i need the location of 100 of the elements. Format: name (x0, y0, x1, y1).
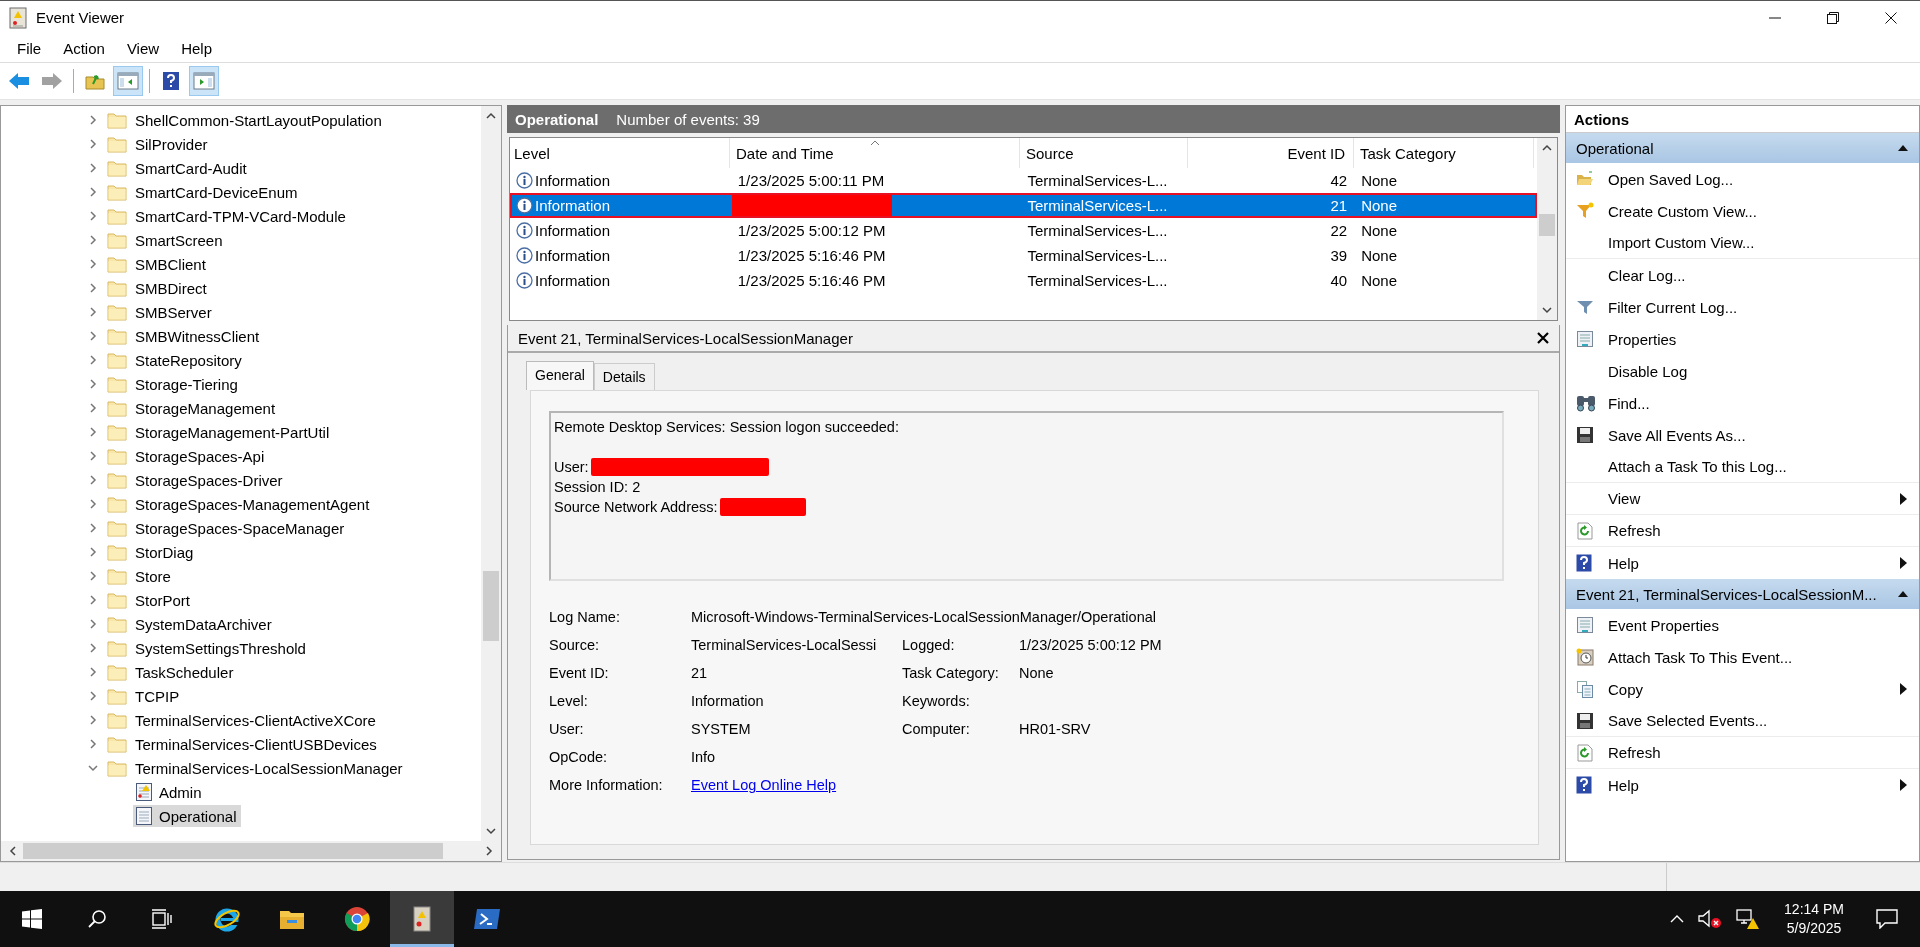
chevron-right-icon[interactable] (87, 402, 99, 414)
tree-item-label[interactable]: SMBServer (135, 303, 212, 321)
clock[interactable]: 12:14 PM 5/9/2025 (1784, 900, 1844, 938)
command-link[interactable]: Clear Log... (1608, 266, 1686, 284)
chevron-right-icon[interactable] (87, 114, 99, 126)
tree-item[interactable]: Operational (133, 805, 241, 827)
column-header[interactable]: Task Category (1360, 144, 1456, 162)
speaker-muted-icon[interactable] (1698, 909, 1723, 929)
menu-item[interactable]: Action (52, 39, 116, 57)
column-header[interactable]: Level (514, 144, 550, 162)
command-link[interactable]: Save Selected Events... (1608, 712, 1768, 729)
command-link[interactable]: Help (1608, 776, 1639, 794)
close-icon[interactable] (1537, 332, 1549, 344)
tree-item-label[interactable]: StorageSpaces-ManagementAgent (135, 495, 370, 513)
tab[interactable]: General (526, 361, 594, 390)
tree-item-label[interactable]: StorageSpaces-Api (135, 447, 265, 465)
event-row[interactable]: Information 1/23/2025 5:16:46 PM TerminalServices-L... 40 None (510, 268, 1537, 293)
tree-item-label[interactable]: Admin (159, 783, 202, 801)
command-link[interactable]: Save All Events As... (1608, 426, 1746, 444)
chevron-up-icon[interactable] (1670, 914, 1685, 924)
command-link[interactable]: Refresh (1608, 744, 1661, 761)
tab[interactable]: Details (593, 363, 655, 390)
chevron-right-icon[interactable] (87, 282, 99, 294)
tree-item-label[interactable]: TCPIP (135, 687, 180, 705)
command-link[interactable]: Import Custom View... (1608, 234, 1755, 251)
command-link[interactable]: Help (1608, 554, 1639, 572)
section-header[interactable]: Operational (1566, 133, 1919, 163)
tree-item-label[interactable]: Operational (159, 807, 237, 825)
command-link[interactable]: Refresh (1608, 522, 1661, 539)
chevron-right-icon[interactable] (87, 138, 99, 150)
chevron-right-icon[interactable] (87, 186, 99, 198)
tree-item-label[interactable]: StorageManagement-PartUtil (135, 423, 330, 441)
chevron-right-icon[interactable] (87, 690, 99, 702)
column-header[interactable]: Date and Time (736, 144, 834, 162)
menu-item[interactable]: View (115, 39, 171, 57)
tree-item-label[interactable]: TerminalServices-LocalSessionManager (135, 759, 403, 777)
tree-item-label[interactable]: StorPort (135, 591, 191, 609)
network-warning-icon[interactable] (1736, 908, 1761, 930)
column-header[interactable]: Event ID (1287, 144, 1345, 162)
help-link[interactable]: Event Log Online Help (691, 775, 1520, 795)
chevron-right-icon[interactable] (87, 666, 99, 678)
menu-item[interactable]: File (6, 39, 53, 57)
command-link[interactable]: View (1608, 490, 1641, 507)
tree-item-label[interactable]: SMBWitnessClient (135, 327, 260, 345)
tree-item-label[interactable]: SMBDirect (135, 279, 207, 297)
tree-item-label[interactable]: StorageManagement (135, 399, 276, 417)
scroll-up-icon[interactable] (485, 112, 497, 120)
chevron-right-icon[interactable] (87, 570, 99, 582)
chevron-right-icon[interactable] (87, 522, 99, 534)
tree-item-label[interactable]: StorageSpaces-SpaceManager (135, 519, 345, 537)
chevron-right-icon[interactable] (87, 210, 99, 222)
command-link[interactable]: Disable Log (1608, 362, 1688, 380)
chevron-right-icon[interactable] (87, 642, 99, 654)
tree-item-label[interactable]: Storage-Tiering (135, 375, 238, 393)
collapse-icon[interactable] (1897, 590, 1909, 598)
scroll-thumb[interactable] (23, 843, 443, 859)
chevron-right-icon[interactable] (87, 594, 99, 606)
command-link[interactable]: Attach Task To This Event... (1608, 648, 1793, 666)
section-header[interactable]: Event 21, TerminalServices-LocalSessionM... (1566, 579, 1919, 609)
scroll-thumb[interactable] (483, 571, 499, 642)
chevron-right-icon[interactable] (87, 426, 99, 438)
chevron-right-icon[interactable] (87, 738, 99, 750)
tree-item[interactable]: Admin (133, 781, 206, 803)
collapse-icon[interactable] (1897, 144, 1909, 152)
chevron-right-icon[interactable] (87, 714, 99, 726)
chevron-right-icon[interactable] (87, 330, 99, 342)
tree-item-label[interactable]: SystemDataArchiver (135, 615, 272, 633)
command-link[interactable]: Properties (1608, 330, 1677, 348)
tree-item-label[interactable]: SmartCard-DeviceEnum (135, 183, 298, 201)
command-link[interactable]: Find... (1608, 394, 1650, 412)
chevron-right-icon[interactable] (87, 498, 99, 510)
scroll-down-icon[interactable] (1541, 306, 1553, 314)
tree-item-label[interactable]: SystemSettingsThreshold (135, 639, 306, 657)
tree-item-label[interactable]: SmartCard-TPM-VCard-Module (135, 207, 346, 225)
command-link[interactable]: Create Custom View... (1608, 202, 1757, 220)
taskbar-button[interactable] (390, 891, 454, 947)
vertical-scrollbar[interactable] (481, 106, 501, 841)
notification-icon[interactable] (1876, 909, 1898, 929)
scroll-down-icon[interactable] (485, 827, 497, 835)
tree-item-label[interactable]: StorDiag (135, 543, 194, 561)
event-row[interactable]: Information TerminalServices-L... 21 None (510, 193, 1537, 218)
tree-item-label[interactable]: ShellCommon-StartLayoutPopulation (135, 111, 382, 129)
menu-item[interactable]: Help (170, 39, 223, 57)
command-link[interactable]: Attach a Task To this Log... (1608, 458, 1787, 475)
command-link[interactable]: Filter Current Log... (1608, 298, 1738, 316)
scroll-left-icon[interactable] (9, 845, 17, 857)
event-row[interactable]: Information 1/23/2025 5:16:46 PM TerminalServices-L... 39 None (510, 243, 1537, 268)
chevron-right-icon[interactable] (87, 450, 99, 462)
scroll-up-icon[interactable] (1541, 144, 1553, 152)
tree-item-label[interactable]: SMBClient (135, 255, 206, 273)
scroll-thumb[interactable] (1539, 214, 1555, 237)
event-row[interactable]: Information 1/23/2025 5:00:12 PM TerminalServices-L... 22 None (510, 218, 1537, 243)
tree-item-label[interactable]: StateRepository (135, 351, 242, 369)
chevron-right-icon[interactable] (87, 162, 99, 174)
chevron-right-icon[interactable] (87, 378, 99, 390)
chevron-right-icon[interactable] (87, 306, 99, 318)
scroll-right-icon[interactable] (485, 845, 493, 857)
event-row[interactable]: Information 1/23/2025 5:00:11 PM TerminalServices-L... 42 None (510, 168, 1537, 193)
tree-item-label[interactable]: TerminalServices-ClientActiveXCore (135, 711, 376, 729)
tree-item-label[interactable]: SmartCard-Audit (135, 159, 247, 177)
